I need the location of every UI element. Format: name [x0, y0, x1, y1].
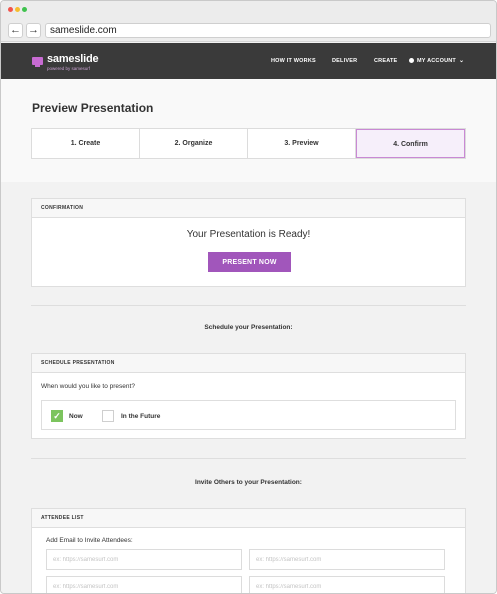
nav-my-account[interactable]: MY ACCOUNT ⌄ [409, 43, 464, 79]
site-header: sameslide powered by samesurf HOW IT WOR… [1, 43, 496, 79]
logo[interactable]: sameslide [47, 53, 99, 65]
schedule-section-title: Schedule your Presentation: [204, 324, 293, 331]
step-tabs: 1. Create 2. Organize 3. Preview 4. Conf… [31, 128, 466, 159]
confirmation-header: CONFIRMATION [32, 199, 465, 218]
divider [31, 458, 466, 459]
main-content: CONFIRMATION Your Presentation is Ready!… [1, 182, 496, 593]
step-confirm[interactable]: 4. Confirm [356, 129, 465, 158]
chevron-down-icon: ⌄ [458, 58, 465, 64]
nav-deliver[interactable]: DELIVER [332, 43, 357, 79]
user-icon [409, 58, 414, 64]
divider [31, 305, 466, 306]
browser-window: ← → sameslide.com sameslide powered by s… [0, 0, 497, 594]
url-bar[interactable]: sameslide.com [45, 23, 491, 38]
future-label[interactable]: In the Future [121, 413, 160, 420]
step-create[interactable]: 1. Create [32, 129, 140, 158]
email-field[interactable] [46, 576, 242, 593]
logo-tagline: powered by samesurf [47, 66, 91, 71]
maximize-window-dot[interactable] [22, 7, 27, 12]
schedule-header: SCHEDULE PRESENTATION [32, 354, 465, 373]
step-preview[interactable]: 3. Preview [248, 129, 356, 158]
schedule-panel: SCHEDULE PRESENTATION When would you lik… [31, 353, 466, 439]
nav-how-it-works[interactable]: HOW IT WORKS [271, 43, 316, 79]
attendee-panel: ATTENDEE LIST Add Email to Invite Attend… [31, 508, 466, 593]
close-window-dot[interactable] [8, 7, 13, 12]
email-field[interactable] [249, 549, 445, 570]
present-now-button[interactable]: PRESENT NOW [208, 252, 291, 272]
account-label: MY ACCOUNT [417, 58, 456, 64]
schedule-question: When would you like to present? [41, 383, 135, 390]
step-organize[interactable]: 2. Organize [140, 129, 248, 158]
page-title: Preview Presentation [32, 101, 154, 115]
schedule-options: ✓ Now In the Future [41, 400, 456, 430]
now-checkbox[interactable]: ✓ [51, 410, 63, 422]
email-field[interactable] [249, 576, 445, 593]
invite-section-title: Invite Others to your Presentation: [195, 479, 302, 486]
email-field[interactable] [46, 549, 242, 570]
browser-chrome: ← → sameslide.com [1, 1, 496, 42]
back-arrow-icon[interactable]: ← [8, 23, 23, 38]
add-email-label: Add Email to Invite Attendees: [46, 537, 133, 544]
attendee-header: ATTENDEE LIST [32, 509, 465, 528]
future-checkbox[interactable] [102, 410, 114, 422]
ready-message: Your Presentation is Ready! [186, 229, 311, 240]
now-label[interactable]: Now [69, 413, 83, 420]
page-hero: Preview Presentation 1. Create 2. Organi… [1, 79, 496, 182]
nav-create[interactable]: CREATE [374, 43, 397, 79]
forward-arrow-icon[interactable]: → [26, 23, 41, 38]
logo-monitor-icon [32, 57, 43, 67]
minimize-window-dot[interactable] [15, 7, 20, 12]
confirmation-panel: CONFIRMATION Your Presentation is Ready!… [31, 198, 466, 287]
